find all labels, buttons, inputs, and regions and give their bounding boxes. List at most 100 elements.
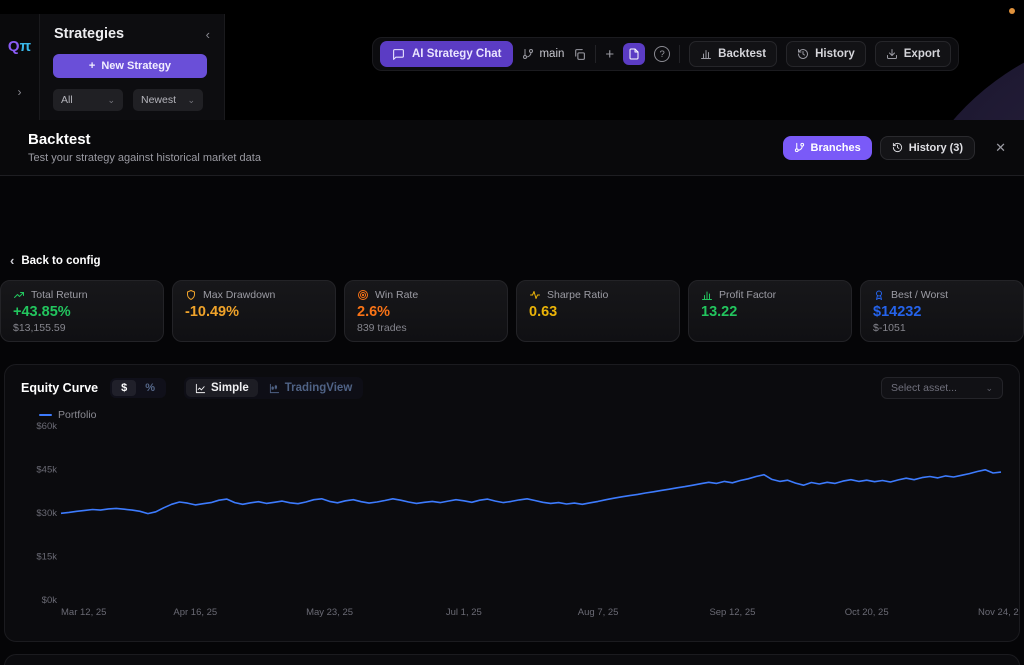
export-button[interactable]: Export	[875, 41, 951, 67]
logo-q: Q	[8, 38, 20, 55]
sort-newest-select[interactable]: Newest ⌄	[133, 89, 203, 111]
stat-card: Sharpe Ratio 0.63	[516, 280, 680, 342]
copy-icon[interactable]	[573, 48, 586, 61]
history-button[interactable]: History	[786, 41, 866, 67]
y-axis-tick: $15k	[36, 552, 57, 563]
equity-curve-panel: Equity Curve $ % Simple TradingView	[4, 364, 1020, 642]
history-label: History	[815, 48, 855, 60]
stat-label: Profit Factor	[719, 289, 776, 301]
back-to-config-link[interactable]: ‹ Back to config	[10, 253, 101, 268]
stat-sub-value: 839 trades	[357, 322, 495, 334]
stats-row: Total Return +43.85% $13,155.59 Max Drawdow…	[0, 280, 1024, 342]
sidebar-title: Strategies	[54, 26, 124, 42]
help-icon[interactable]: ?	[654, 46, 670, 62]
y-axis-tick: $60k	[36, 421, 57, 432]
git-branch-icon	[794, 142, 805, 153]
stat-value: 2.6%	[357, 304, 495, 320]
trending-up-icon	[13, 289, 25, 301]
stat-card: Max Drawdown -10.49%	[172, 280, 336, 342]
stat-card: Best / Worst $14232 $-1051	[860, 280, 1024, 342]
file-button[interactable]	[623, 43, 645, 65]
modal-header: Backtest Test your strategy against hist…	[0, 120, 1024, 176]
logo-pi: π	[20, 38, 31, 55]
back-to-config-label: Back to config	[21, 255, 100, 267]
ai-chat-label: AI Strategy Chat	[412, 48, 501, 60]
x-axis-tick: Sep 12, 25	[709, 607, 755, 618]
stat-value: $14232	[873, 304, 1011, 320]
x-axis-tick: Aug 7, 25	[578, 607, 619, 618]
notification-dot	[1009, 8, 1015, 14]
app-logo: Qπ	[0, 38, 39, 55]
new-strategy-label: New Strategy	[101, 60, 171, 72]
x-axis-tick: Nov 24, 25	[978, 607, 1019, 618]
branches-button[interactable]: Branches	[783, 136, 872, 160]
backtest-button[interactable]: Backtest	[689, 41, 777, 67]
export-label: Export	[904, 48, 940, 60]
stat-label: Total Return	[31, 289, 88, 301]
filter-all-select[interactable]: All ⌄	[53, 89, 123, 111]
left-rail: Qπ ›	[0, 14, 40, 120]
stat-label: Win Rate	[375, 289, 418, 301]
close-icon[interactable]: ✕	[991, 138, 1010, 158]
branch-name: main	[539, 48, 564, 60]
x-axis-tick: May 23, 25	[306, 607, 353, 618]
bar-chart-icon	[701, 289, 713, 301]
x-axis-tick: Oct 20, 25	[845, 607, 889, 618]
backtest-label: Backtest	[718, 48, 766, 60]
modal-title: Backtest	[28, 131, 261, 148]
trade-log-title: Trade Log (839 trades)	[5, 655, 1019, 665]
stat-sub-value: $-1051	[873, 322, 1011, 334]
activity-icon	[529, 289, 541, 301]
chevron-left-icon: ‹	[10, 253, 14, 268]
branch-selector[interactable]: main	[522, 48, 564, 60]
stat-label: Max Drawdown	[203, 289, 275, 301]
stat-value: -10.49%	[185, 304, 323, 320]
filter-all-value: All	[61, 94, 73, 106]
award-icon	[873, 289, 885, 301]
plus-icon: +	[89, 60, 95, 72]
x-axis-tick: Jul 1, 25	[446, 607, 482, 618]
top-toolbar: AI Strategy Chat main + ? Backtest Histo…	[372, 37, 959, 71]
stat-label: Best / Worst	[891, 289, 948, 301]
stat-card: Profit Factor 13.22	[688, 280, 852, 342]
stat-value: 0.63	[529, 304, 667, 320]
modal-body: ‹ Back to config Total Return +43.85% $13,…	[0, 176, 1024, 665]
y-axis-tick: $45k	[36, 465, 57, 476]
toolbar-divider	[679, 45, 680, 63]
shield-icon	[185, 289, 197, 301]
chat-icon	[392, 48, 405, 61]
chevron-down-icon: ⌄	[107, 95, 115, 106]
history-icon	[797, 48, 809, 60]
git-branch-icon	[522, 48, 534, 60]
equity-chart: $60k$45k$30k$15k$0kMar 12, 25Apr 16, 25M…	[5, 365, 1019, 641]
y-axis-tick: $0k	[42, 595, 58, 606]
trade-log-panel: Trade Log (839 trades) Date⇅Symbol⇅SideQ…	[4, 654, 1020, 665]
branches-label: Branches	[811, 142, 861, 154]
modal-subtitle: Test your strategy against historical ma…	[28, 152, 261, 164]
portfolio-line	[61, 470, 1001, 514]
stat-sub-value: $13,155.59	[13, 322, 151, 334]
expand-rail-button[interactable]: ›	[0, 85, 39, 99]
stat-value: +43.85%	[13, 304, 151, 320]
collapse-sidebar-icon[interactable]: ‹	[206, 27, 210, 42]
stat-card: Total Return +43.85% $13,155.59	[0, 280, 164, 342]
add-icon[interactable]: +	[605, 47, 614, 62]
new-strategy-button[interactable]: + New Strategy	[53, 54, 207, 78]
stat-label: Sharpe Ratio	[547, 289, 608, 301]
history-icon	[892, 142, 903, 153]
target-icon	[357, 289, 369, 301]
stat-value: 13.22	[701, 304, 839, 320]
strategies-sidebar: Strategies ‹ + New Strategy All ⌄ Newest…	[40, 14, 225, 120]
y-axis-tick: $30k	[36, 508, 57, 519]
stat-card: Win Rate 2.6% 839 trades	[344, 280, 508, 342]
file-icon	[628, 48, 640, 60]
ai-strategy-chat-button[interactable]: AI Strategy Chat	[380, 41, 513, 67]
bar-chart-icon	[700, 48, 712, 60]
x-axis-tick: Apr 16, 25	[173, 607, 217, 618]
toolbar-divider	[595, 45, 596, 63]
download-icon	[886, 48, 898, 60]
history-count-button[interactable]: History (3)	[880, 136, 975, 160]
sort-newest-value: Newest	[141, 94, 176, 106]
chevron-down-icon: ⌄	[187, 95, 195, 106]
backtest-modal: Backtest Test your strategy against hist…	[0, 120, 1024, 665]
